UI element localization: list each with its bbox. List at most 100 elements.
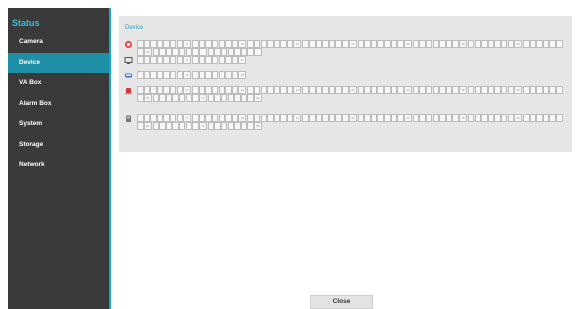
- status-cell: [419, 86, 426, 94]
- status-cell: [220, 122, 228, 130]
- alarm-row: 8 16 24 32 40 48 56 64 72 80: [119, 86, 563, 102]
- status-cell: [494, 40, 501, 48]
- status-cell: [302, 114, 309, 122]
- camera-icon: [124, 40, 133, 49]
- status-cell: [247, 40, 254, 48]
- panel-title: Device: [125, 25, 144, 31]
- status-cell: [225, 114, 232, 122]
- status-cell: [163, 86, 170, 94]
- status-cell: [234, 48, 241, 56]
- status-cell: [556, 86, 563, 94]
- close-button[interactable]: Close: [310, 295, 373, 309]
- sidebar-item-network[interactable]: Network: [8, 155, 109, 175]
- status-cell: [432, 114, 440, 122]
- status-cell: [302, 40, 309, 48]
- status-cell: [218, 56, 226, 64]
- status-cell: [335, 86, 342, 94]
- status-cell: [205, 86, 212, 94]
- status-cell: [205, 114, 212, 122]
- status-cell: [178, 122, 186, 130]
- status-cell: 16: [238, 40, 247, 48]
- status-cell: [273, 114, 281, 122]
- status-cell: [542, 40, 550, 48]
- status-cell: [218, 114, 226, 122]
- status-cell: [159, 48, 166, 56]
- status-cell: [377, 86, 384, 94]
- status-cell: 8: [183, 114, 192, 122]
- status-cell: [370, 114, 378, 122]
- status-cell: 48: [458, 86, 467, 94]
- status-cell: [280, 114, 287, 122]
- status-cell: [198, 114, 206, 122]
- car-row: 8 16: [119, 71, 563, 80]
- status-cell: [412, 86, 420, 94]
- camera-cells: 8 16 24 32 40 48 56 64: [137, 40, 563, 56]
- status-cell: 16: [238, 56, 247, 64]
- sidebar-item-va-box[interactable]: VA Box: [8, 73, 109, 93]
- status-cell: [328, 40, 336, 48]
- sidebar-item-system[interactable]: System: [8, 114, 109, 134]
- status-cell: [335, 114, 342, 122]
- status-cell: [150, 86, 157, 94]
- status-cell: [452, 86, 459, 94]
- status-cell: [397, 114, 404, 122]
- status-cell: [198, 71, 206, 79]
- status-cell: [487, 114, 495, 122]
- status-cell: [384, 86, 391, 94]
- status-cell: [247, 94, 254, 102]
- status-cell: [315, 40, 323, 48]
- alarm-icon: [124, 86, 133, 95]
- status-cell: [185, 94, 193, 102]
- status-cell: [439, 40, 446, 48]
- car-cells: 8 16: [137, 71, 563, 79]
- status-cell: [322, 114, 329, 122]
- status-cell: [390, 114, 398, 122]
- status-cell: 64: [143, 94, 152, 102]
- status-cell: [260, 114, 267, 122]
- status-cell: [364, 86, 371, 94]
- status-cell: [156, 86, 164, 94]
- status-cell: [467, 40, 475, 48]
- sidebar-item-device[interactable]: Device: [8, 52, 109, 73]
- status-cell: [286, 114, 294, 122]
- sidebar-item-camera[interactable]: Camera: [8, 32, 109, 52]
- status-cell: 8: [183, 86, 192, 94]
- status-cell: 72: [198, 122, 207, 130]
- status-cell: [445, 86, 453, 94]
- status-cell: [218, 86, 226, 94]
- status-cell: [384, 114, 391, 122]
- sidebar-menu: Camera Device VA Box Alarm Box System St…: [8, 32, 109, 176]
- status-cell: [474, 114, 482, 122]
- status-cell: [302, 86, 309, 94]
- status-cell: [205, 40, 212, 48]
- status-cell: [328, 114, 336, 122]
- sidebar-item-storage[interactable]: Storage: [8, 135, 109, 155]
- status-cell: [156, 40, 164, 48]
- status-cell: [231, 40, 239, 48]
- status-cell: 32: [348, 40, 357, 48]
- sidebar-item-alarm-box[interactable]: Alarm Box: [8, 94, 109, 114]
- status-cell: [150, 40, 157, 48]
- status-cell: [467, 86, 475, 94]
- status-cell: [364, 40, 371, 48]
- status-cell: [227, 94, 235, 102]
- status-cell: [192, 94, 199, 102]
- status-cell: [231, 86, 239, 94]
- status-cell: [500, 40, 508, 48]
- status-cell: [163, 40, 170, 48]
- status-cell: 24: [293, 40, 302, 48]
- status-cell: [286, 86, 294, 94]
- status-cell: [481, 114, 488, 122]
- status-cell: [165, 94, 173, 102]
- status-cell: [240, 122, 248, 130]
- status-cell: [529, 40, 537, 48]
- status-cell: [231, 56, 239, 64]
- status-cell: [507, 86, 514, 94]
- status-cell: [315, 86, 323, 94]
- status-cell: [342, 114, 349, 122]
- status-cell: [159, 122, 166, 130]
- status-cell: 24: [293, 86, 302, 94]
- status-cell: [494, 86, 501, 94]
- status-cell: [227, 48, 235, 56]
- status-cell: 32: [348, 86, 357, 94]
